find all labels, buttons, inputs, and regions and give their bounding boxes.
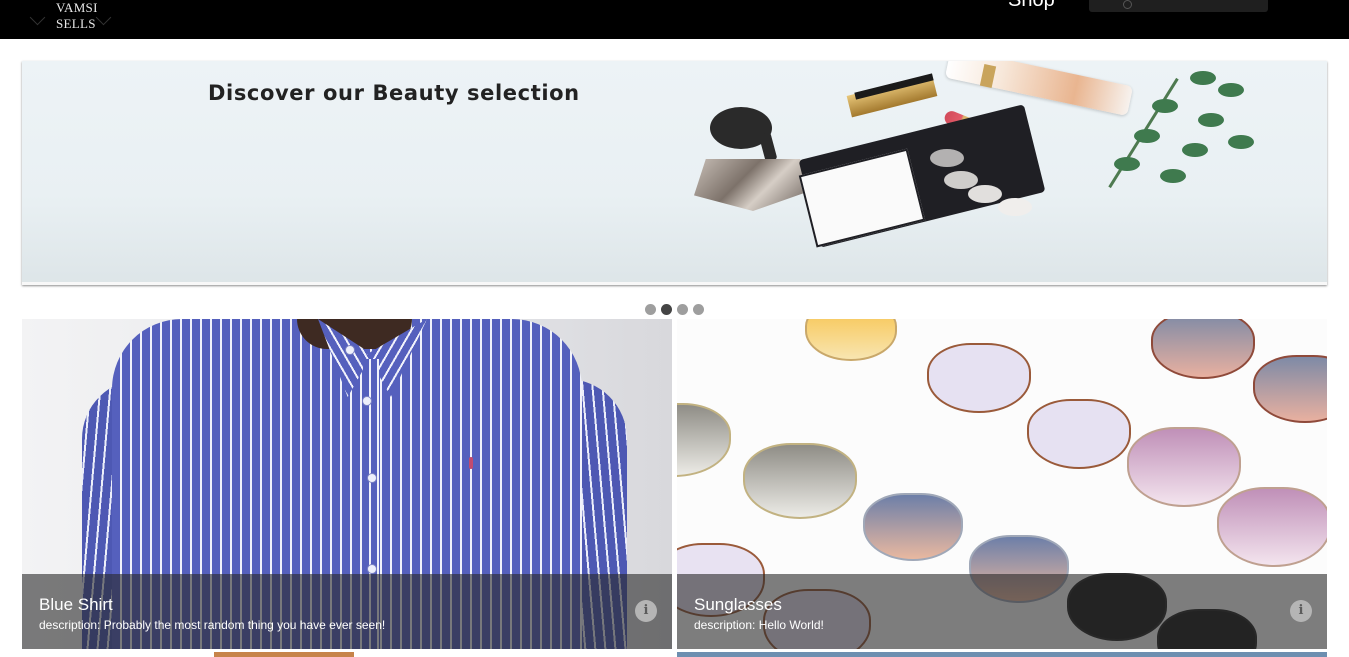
sunglasses-lens	[743, 443, 857, 519]
concealer-tube-image	[944, 61, 1134, 117]
product-caption: Blue Shirt description: Probably the mos…	[22, 574, 672, 649]
palette-pan	[998, 198, 1032, 216]
brand-logo-text: VAMSI SELLS	[56, 0, 98, 31]
carousel-dot-1[interactable]	[645, 304, 656, 315]
info-icon[interactable]: i	[635, 600, 657, 622]
sunglasses-lens	[863, 493, 963, 561]
eucalyptus-leaf	[1160, 169, 1186, 183]
product-caption: Sunglasses description: Hello World! i	[677, 574, 1327, 649]
sunglasses-lens	[1127, 427, 1241, 507]
shirt-button	[367, 473, 377, 483]
carousel-dot-3[interactable]	[677, 304, 688, 315]
sunglasses-lens	[1253, 355, 1327, 423]
eucalyptus-leaf	[1152, 99, 1178, 113]
sunglasses-lens	[805, 319, 897, 361]
eucalyptus-leaf	[1218, 83, 1244, 97]
shirt-button	[345, 345, 355, 355]
banner-headline: Discover our Beauty selection	[208, 81, 580, 105]
next-row-product-image	[214, 652, 354, 657]
sunglasses-lens	[1217, 487, 1327, 567]
perfume-crystal-image	[694, 159, 812, 211]
product-card-blue-shirt[interactable]: Blue Shirt description: Probably the mos…	[22, 319, 672, 649]
product-description: description: Hello World!	[694, 618, 824, 632]
product-title: Blue Shirt	[39, 595, 113, 614]
promo-banner[interactable]: Discover our Beauty selection	[22, 61, 1327, 285]
palette-pan	[930, 149, 964, 167]
top-navbar: VAMSI SELLS Shop	[0, 0, 1349, 39]
sunglasses-lens	[927, 343, 1031, 413]
eucalyptus-leaf	[1228, 135, 1254, 149]
product-description: description: Probably the most random th…	[39, 618, 386, 632]
logo-ornament-left	[29, 9, 46, 26]
sunglasses-lens	[1027, 399, 1131, 469]
carousel-dot-2[interactable]	[661, 304, 672, 315]
brand-logo[interactable]: VAMSI SELLS	[22, 0, 122, 32]
palette-pan	[968, 185, 1002, 203]
eucalyptus-leaf	[1182, 143, 1208, 157]
carousel-dot-4[interactable]	[693, 304, 704, 315]
carousel-indicators	[645, 304, 704, 316]
eucalyptus-leaf	[1190, 71, 1216, 85]
product-title: Sunglasses	[694, 595, 782, 614]
nav-link-shop[interactable]: Shop	[1008, 0, 1055, 12]
banner-bottom-strip	[22, 282, 1327, 285]
search-icon	[1123, 0, 1132, 9]
eucalyptus-leaf	[1198, 113, 1224, 127]
sunglasses-lens	[677, 403, 731, 477]
eucalyptus-leaf	[1134, 129, 1160, 143]
shirt-button	[362, 396, 372, 406]
info-icon[interactable]: i	[1290, 600, 1312, 622]
powder-brush-handle	[758, 131, 778, 163]
shirt-button	[367, 564, 377, 574]
shirt-logo-emblem	[469, 457, 473, 469]
next-row-product-image	[677, 652, 1327, 657]
product-card-sunglasses[interactable]: Sunglasses description: Hello World! i	[677, 319, 1327, 649]
eucalyptus-leaf	[1114, 157, 1140, 171]
sunglasses-lens	[1151, 319, 1255, 379]
search-input[interactable]	[1089, 0, 1268, 12]
